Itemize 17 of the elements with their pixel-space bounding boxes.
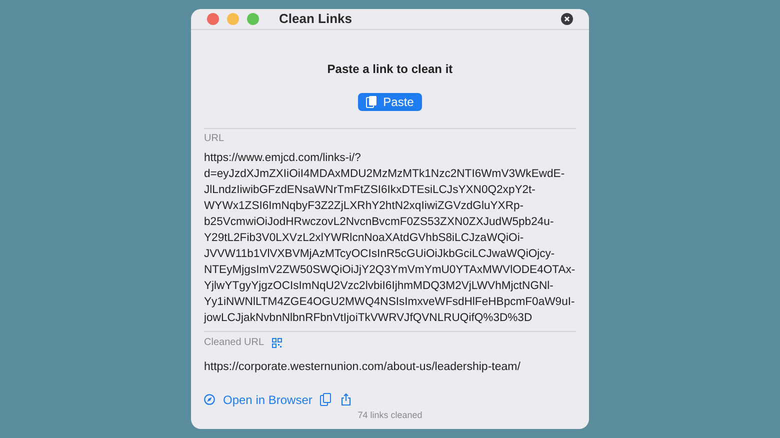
close-icon[interactable] — [561, 12, 573, 25]
links-cleaned-count: 74 links cleaned — [358, 408, 422, 422]
share-icon[interactable] — [341, 393, 352, 406]
url-label: URL — [204, 132, 226, 146]
cleaned-url: https://corporate.westernunion.com/about-us/leadership-team/ — [204, 360, 522, 374]
qr-code-icon[interactable] — [272, 338, 282, 348]
prompt-text: Paste a link to clean it — [327, 60, 453, 78]
open-in-browser-link[interactable]: Open in Browser — [204, 390, 312, 409]
clipboard-icon — [366, 96, 378, 108]
original-url: https://www.emjcd.com/links-i/? d=eyJzdXJmZXIiOiI4MDAxMDU2MzMzMTk1Nzc2NTI6WmV3WkEwdE- JlLndzIiwibGFzdENsaWNrTmFtZSI6IkxDTEsiLCJsYXN0Q2xpY2t- WYWx1ZSI6ImNqbyF3Z2ZjLXRhY2htN2xqIiwiZGVzdGluYXRp- b25VcmwiOiJodHRwczovL2NvcnBvcmF0ZS53ZXN0ZXJudW5pb24u- Y29tL2Fib3V0LXVzL2xlYWRlcnNoaXAtdGVhbS8iLCJzaWQiOi- JVVW11b1VlVXBVMjAzMTcyOCIsInR5cGUiOiJkbGciLCJwaWQiOjcy- NTEyMjgsImV2ZW50SWQiOiJjY2Q3YmVmYmU0YTAxMWVlODE4OTAx- YjlwYTgyYjgzOCIsImNqU2Vzc2lvbiI6IjhmMDQ3M2VjLWVhMjctNGNl- Yy1iNWNlLTM4ZGE4OGU2MWQ4NSIsImxveWFsdHlFeHBpcmF0aW9uI- jowLCJjakNvbnNlbnRFbnVtIjoiTkVWRVJfQVNLRUQifQ%3D%3D — [204, 150, 576, 326]
window-title: Clean Links — [279, 10, 352, 28]
compass-icon — [204, 394, 215, 406]
close-window-button[interactable] — [207, 12, 219, 25]
paste-button[interactable]: Paste — [358, 92, 422, 110]
zoom-window-button[interactable] — [247, 12, 259, 25]
cleaned-url-label: Cleaned URL — [204, 336, 264, 350]
copy-icon[interactable] — [320, 393, 332, 406]
